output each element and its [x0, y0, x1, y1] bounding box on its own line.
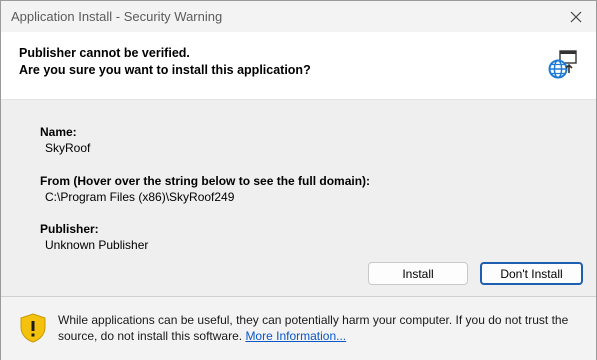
- from-value[interactable]: C:\Program Files (x86)\SkyRoof249: [45, 190, 234, 204]
- header-question: Are you sure you want to install this ap…: [19, 63, 311, 77]
- more-information-link[interactable]: More Information...: [245, 329, 346, 343]
- warning-footer: While applications can be useful, they c…: [1, 296, 596, 360]
- publisher-label: Publisher:: [40, 222, 99, 236]
- install-button[interactable]: Install: [368, 262, 468, 285]
- globe-install-icon: [548, 50, 577, 79]
- warning-message: While applications can be useful, they c…: [58, 312, 588, 344]
- close-icon: [570, 11, 582, 22]
- dialog-header: Publisher cannot be verified. Are you su…: [1, 32, 596, 99]
- name-value: SkyRoof: [45, 141, 91, 155]
- details-panel: Name: SkyRoof From (Hover over the strin…: [1, 99, 596, 297]
- title-bar[interactable]: Application Install - Security Warning: [1, 1, 596, 32]
- shield-warning-icon: [20, 313, 46, 343]
- close-button[interactable]: [556, 1, 596, 32]
- name-label: Name:: [40, 125, 77, 139]
- dont-install-button[interactable]: Don't Install: [480, 262, 583, 285]
- window-title: Application Install - Security Warning: [11, 9, 223, 24]
- publisher-value: Unknown Publisher: [45, 238, 149, 252]
- header-title: Publisher cannot be verified.: [19, 46, 190, 60]
- install-dialog: Application Install - Security Warning P…: [0, 0, 597, 360]
- from-label: From (Hover over the string below to see…: [40, 174, 371, 188]
